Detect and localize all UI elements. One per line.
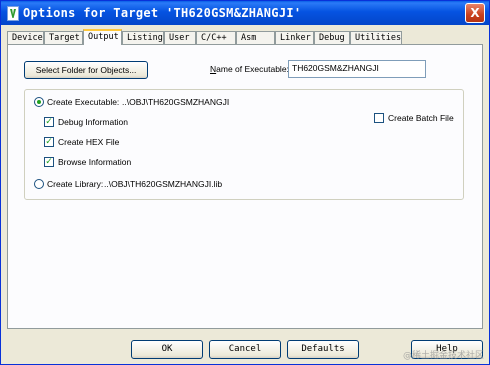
browse-information-checkbox[interactable]: ✓: [44, 157, 54, 167]
create-batch-file-label: Create Batch File: [388, 113, 454, 123]
defaults-button[interactable]: Defaults: [287, 340, 359, 359]
watermark-text: @稀土掘金技术社区: [402, 351, 484, 361]
create-hex-checkbox[interactable]: ✓: [44, 137, 54, 147]
title-bar[interactable]: Options for Target 'TH620GSM&ZHANGJI' X: [1, 1, 489, 25]
browse-information-label: Browse Information: [58, 157, 132, 167]
tab-c-cpp[interactable]: C/C++: [196, 31, 236, 44]
tab-linker[interactable]: Linker: [275, 31, 314, 44]
create-library-label: Create Library:: [47, 179, 104, 189]
debug-information-checkbox[interactable]: ✓: [44, 117, 54, 127]
window-title: Options for Target 'TH620GSM&ZHANGJI': [23, 6, 302, 20]
tab-utilities[interactable]: Utilities: [350, 31, 402, 44]
create-library-path: ..\OBJ\TH620GSMZHANGJI.lib: [104, 179, 223, 189]
tab-asm[interactable]: Asm: [236, 31, 275, 44]
debug-information-label: Debug Information: [58, 117, 128, 127]
tab-debug[interactable]: Debug: [314, 31, 350, 44]
name-of-executable-input[interactable]: TH620GSM&ZHANGJI: [288, 60, 426, 78]
tab-user[interactable]: User: [164, 31, 196, 44]
ok-button[interactable]: OK: [131, 340, 203, 359]
tab-target[interactable]: Target: [44, 31, 83, 44]
tab-output[interactable]: Output: [83, 29, 122, 45]
create-hex-label: Create HEX File: [58, 137, 120, 147]
keil-app-icon: [7, 6, 19, 21]
select-folder-button[interactable]: Select Folder for Objects...: [24, 61, 148, 79]
create-batch-file-checkbox[interactable]: [374, 113, 384, 123]
name-of-executable-label-text: ame of Executable:: [216, 64, 289, 74]
tab-listing[interactable]: Listing: [122, 31, 164, 44]
tab-device[interactable]: Device: [7, 31, 44, 44]
create-library-radio[interactable]: [34, 179, 44, 189]
output-tab-panel: Select Folder for Objects... Name of Exe…: [7, 44, 483, 329]
options-dialog: Options for Target 'TH620GSM&ZHANGJI' X …: [0, 0, 490, 365]
create-executable-label: Create Executable:: [47, 97, 120, 107]
name-of-executable-label: Name of Executable:: [210, 64, 289, 74]
cancel-button[interactable]: Cancel: [209, 340, 281, 359]
close-button[interactable]: X: [465, 3, 485, 23]
create-executable-path: ..\OBJ\TH620GSMZHANGJI: [122, 97, 230, 107]
create-executable-radio[interactable]: [34, 97, 44, 107]
